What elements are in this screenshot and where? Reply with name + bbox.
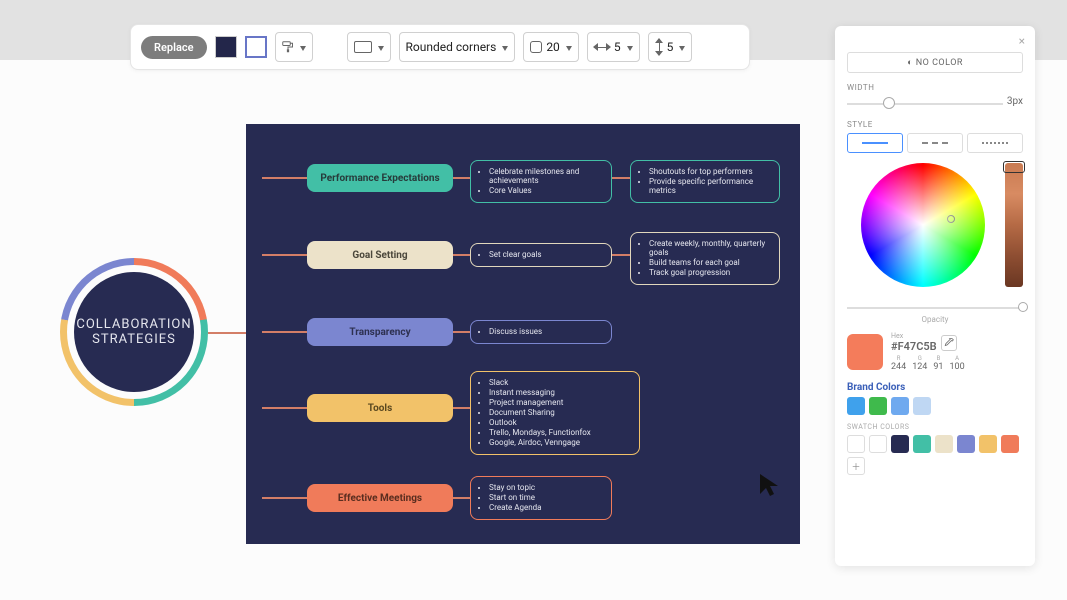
brand-color-swatch[interactable] xyxy=(847,397,865,415)
toolbar: Replace Rounded corners 20 5 5 xyxy=(130,24,750,70)
color-swatch[interactable] xyxy=(957,435,975,453)
vpad-value: 5 xyxy=(667,40,674,54)
width-value: 3px xyxy=(1007,96,1023,107)
vpadding-dropdown[interactable]: 5 xyxy=(648,32,693,62)
line-style-dashed[interactable] xyxy=(907,133,963,153)
color-swatch[interactable] xyxy=(891,435,909,453)
eyedropper-icon xyxy=(944,338,954,348)
brand-colors-label: Brand Colors xyxy=(847,382,1023,393)
radius-dropdown[interactable]: 20 xyxy=(523,32,579,62)
add-swatch-button[interactable]: ＋ xyxy=(847,457,865,475)
eyedropper-button[interactable] xyxy=(941,335,957,351)
hex-value[interactable]: #F47C5B xyxy=(891,340,937,353)
opacity-slider[interactable] xyxy=(847,301,1023,313)
chevron-down-icon xyxy=(564,40,572,54)
card-performance-2[interactable]: Shoutouts for top performersProvide spec… xyxy=(630,160,780,203)
line-style-dotted[interactable] xyxy=(967,133,1023,153)
opacity-label: Opacity xyxy=(922,315,949,324)
card-performance-1[interactable]: Celebrate milestones and achievementsCor… xyxy=(470,160,612,203)
chevron-down-icon xyxy=(677,40,685,54)
hpadding-dropdown[interactable]: 5 xyxy=(587,32,640,62)
style-label: STYLE xyxy=(847,120,1023,129)
branch-goal-setting[interactable]: Goal Setting xyxy=(307,241,453,269)
replace-button[interactable]: Replace xyxy=(141,36,207,59)
hue-slider-thumb xyxy=(1003,161,1025,173)
canvas[interactable]: Performance Expectations Celebrate miles… xyxy=(246,124,800,544)
shape-type-dropdown[interactable] xyxy=(347,32,391,62)
selected-color-swatch xyxy=(847,334,883,370)
card-goal-1[interactable]: Set clear goals xyxy=(470,243,612,267)
chevron-down-icon xyxy=(376,40,384,54)
branch-tools[interactable]: Tools xyxy=(307,394,453,422)
swatch-colors: ＋ xyxy=(847,435,1023,475)
rounded-rect-icon xyxy=(530,41,542,53)
hex-label: Hex xyxy=(891,332,937,340)
close-icon[interactable]: × xyxy=(1019,34,1025,48)
root-node[interactable]: COLLABORATIONSTRATEGIES xyxy=(60,258,208,406)
rectangle-icon xyxy=(354,41,372,53)
border-color-swatch[interactable] xyxy=(245,36,267,58)
color-swatch[interactable] xyxy=(1001,435,1019,453)
card-tools-1[interactable]: SlackInstant messagingProject management… xyxy=(470,371,640,455)
color-swatch[interactable] xyxy=(847,435,865,453)
radius-value: 20 xyxy=(546,40,560,54)
card-meetings-1[interactable]: Stay on topicStart on timeCreate Agenda xyxy=(470,476,612,520)
no-color-button[interactable]: ◐ NO COLOR xyxy=(847,52,1023,73)
color-wheel-cursor xyxy=(947,215,955,223)
horizontal-arrows-icon xyxy=(594,43,610,51)
brand-color-swatch[interactable] xyxy=(891,397,909,415)
width-label: WIDTH xyxy=(847,83,1023,92)
color-wheel[interactable] xyxy=(861,163,985,287)
color-swatch[interactable] xyxy=(869,435,887,453)
card-transparency-1[interactable]: Discuss issues xyxy=(470,320,612,344)
swatch-colors-label: SWATCH COLORS xyxy=(847,423,1023,431)
root-label: COLLABORATIONSTRATEGIES xyxy=(74,272,194,392)
card-goal-2[interactable]: Create weekly, monthly, quarterly goalsB… xyxy=(630,232,780,285)
branch-meetings[interactable]: Effective Meetings xyxy=(307,484,453,512)
branch-transparency[interactable]: Transparency xyxy=(307,318,453,346)
format-paint-button[interactable] xyxy=(275,32,313,62)
brand-color-swatch[interactable] xyxy=(869,397,887,415)
chevron-down-icon xyxy=(625,40,633,54)
corners-label: Rounded corners xyxy=(406,40,497,54)
color-panel: × ◐ NO COLOR WIDTH 3px STYLE Opacity xyxy=(835,26,1035,566)
brand-color-swatch[interactable] xyxy=(913,397,931,415)
fill-color-swatch[interactable] xyxy=(215,36,237,58)
line-style-solid[interactable] xyxy=(847,133,903,153)
branch-performance[interactable]: Performance Expectations xyxy=(307,164,453,192)
corners-dropdown[interactable]: Rounded corners xyxy=(399,32,516,62)
hue-slider[interactable] xyxy=(1005,163,1023,287)
chevron-down-icon xyxy=(298,40,306,54)
hpad-value: 5 xyxy=(614,40,621,54)
chevron-down-icon xyxy=(500,40,508,54)
vertical-arrows-icon xyxy=(655,39,663,55)
color-swatch[interactable] xyxy=(979,435,997,453)
width-slider[interactable]: 3px xyxy=(847,96,1023,110)
color-swatch[interactable] xyxy=(935,435,953,453)
brand-colors xyxy=(847,397,1023,415)
color-swatch[interactable] xyxy=(913,435,931,453)
paint-roller-icon xyxy=(282,40,294,54)
mouse-cursor-icon xyxy=(758,472,780,498)
